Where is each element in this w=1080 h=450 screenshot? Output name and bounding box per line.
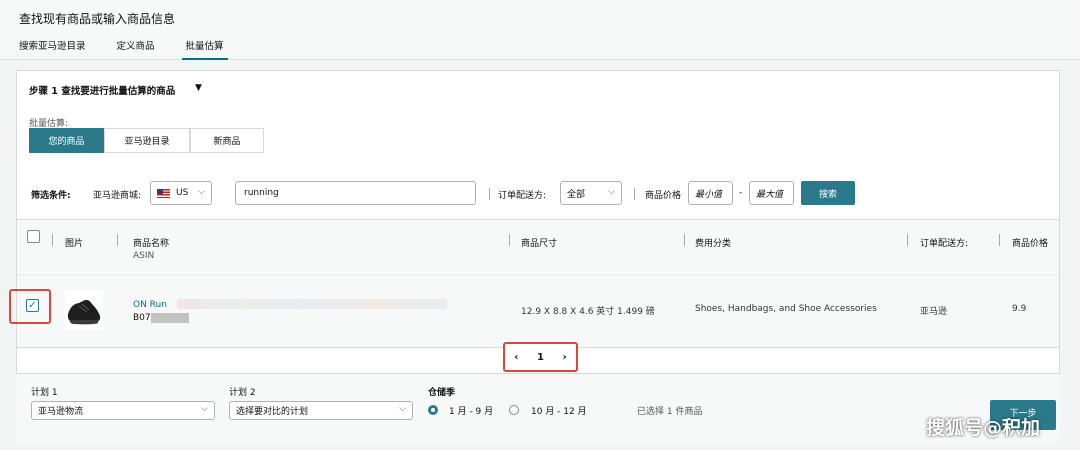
product-dimensions: 12.9 X 8.8 X 4.6 英寸 1.499 磅 — [521, 307, 655, 317]
us-flag-icon — [157, 188, 170, 198]
season-option-oct-dec: 10 月 - 12 月 — [531, 407, 587, 417]
redacted-title — [177, 299, 447, 309]
plan1-value: 亚马逊物流 — [38, 407, 84, 417]
season-radio-oct-dec[interactable] — [509, 405, 519, 415]
header-dimensions: 商品尺寸 — [521, 239, 558, 249]
tab-define-product[interactable]: 定义商品 — [117, 38, 155, 60]
plan2-select[interactable]: 选择要对比的计划 ⌵ — [229, 401, 413, 420]
chevron-down-icon: ⌵ — [201, 404, 208, 414]
plan2-label: 计划 2 — [229, 388, 256, 398]
season-option-jan-sep: 1 月 - 9 月 — [449, 407, 494, 417]
product-price: 9.9 — [1012, 304, 1027, 314]
divider — [52, 234, 53, 246]
segment-new-products[interactable]: 新商品 — [190, 128, 264, 153]
fulfillment-value: 全部 — [567, 189, 586, 200]
source-segmented-control: 您的商品 亚马逊目录 新商品 — [29, 128, 264, 153]
tab-list: 搜索亚马逊目录 定义商品 批量估算 — [19, 38, 259, 60]
divider — [509, 234, 510, 246]
select-all-checkbox[interactable] — [27, 230, 40, 243]
table-header: 图片 商品名称 ASIN 商品尺寸 费用分类 订单配送方: 商品价格 — [17, 219, 1059, 273]
divider — [999, 234, 1000, 246]
header-price: 商品价格 — [1012, 239, 1049, 249]
filter-label: 筛选条件: — [31, 191, 71, 201]
max-price-input[interactable]: 最大值 — [749, 181, 794, 205]
table-row[interactable]: ✓ ON Run B07 12.9 X 8.8 X 4.6 英寸 1.499 磅… — [9, 274, 1059, 348]
marketplace-select[interactable]: US ⌵ — [150, 181, 212, 205]
divider — [907, 234, 908, 246]
search-input[interactable]: running — [235, 181, 476, 205]
top-bar: 查找现有商品或输入商品信息 搜索亚马逊目录 定义商品 批量估算 — [0, 0, 1080, 60]
search-button[interactable]: 搜索 — [801, 181, 855, 205]
plan1-select[interactable]: 亚马逊物流 ⌵ — [31, 401, 215, 420]
plan2-value: 选择要对比的计划 — [236, 407, 309, 417]
chevron-left-icon[interactable]: ‹ — [514, 352, 518, 363]
chevron-down-icon: ⌵ — [198, 187, 205, 197]
pagination: ‹ 1 › — [503, 342, 578, 372]
product-fee-category: Shoes, Handbags, and Shoe Accessories — [695, 304, 877, 314]
season-radio-jan-sep[interactable] — [428, 405, 438, 415]
header-image: 图片 — [65, 239, 84, 249]
fulfillment-select[interactable]: 全部 ⌵ — [560, 181, 622, 205]
product-asin: B07 — [133, 313, 151, 323]
header-asin: ASIN — [133, 251, 155, 261]
redacted-asin — [151, 313, 189, 323]
divider — [117, 234, 118, 246]
divider — [489, 188, 490, 200]
selected-count: 已选择 1 件商品 — [637, 407, 703, 417]
page-title: 查找现有商品或输入商品信息 — [19, 12, 176, 26]
chevron-right-icon[interactable]: › — [563, 352, 567, 363]
price-label: 商品价格 — [645, 191, 682, 201]
shoe-icon — [67, 299, 101, 325]
product-name-link[interactable]: ON Run — [133, 300, 167, 310]
header-fee-category: 费用分类 — [695, 239, 732, 249]
marketplace-label: 亚马逊商城: — [93, 191, 142, 201]
product-image — [65, 290, 103, 330]
row-checkbox[interactable]: ✓ — [26, 299, 39, 312]
min-price-input[interactable]: 最小值 — [688, 181, 733, 205]
caret-down-icon[interactable]: ▼ — [195, 83, 202, 93]
chevron-down-icon: ⌵ — [399, 404, 406, 414]
divider — [684, 234, 685, 246]
plan-footer: 计划 1 亚马逊物流 ⌵ 计划 2 选择要对比的计划 ⌵ 仓储季 1 月 - 9… — [16, 373, 1060, 444]
storage-season-label: 仓储季 — [428, 388, 456, 398]
segment-your-products[interactable]: 您的商品 — [29, 128, 104, 153]
segment-amazon-catalog[interactable]: 亚马逊目录 — [104, 128, 190, 153]
current-page[interactable]: 1 — [537, 352, 544, 363]
chevron-down-icon: ⌵ — [608, 187, 615, 197]
tab-batch-estimate[interactable]: 批量估算 — [181, 38, 228, 60]
marketplace-value: US — [176, 188, 189, 198]
header-name: 商品名称 — [133, 239, 170, 249]
fulfillment-label: 订单配送方: — [498, 191, 547, 201]
price-range-dash: - — [739, 188, 743, 198]
filter-row: 筛选条件: 亚马逊商城: US ⌵ running 订单配送方: 全部 ⌵ 商品… — [17, 174, 1059, 216]
tab-search-catalog[interactable]: 搜索亚马逊目录 — [19, 38, 86, 60]
watermark: 搜狐号@积加 — [926, 417, 1041, 439]
product-fulfillment: 亚马逊 — [920, 307, 948, 317]
header-fulfillment: 订单配送方: — [920, 239, 969, 249]
step-title: 步骤 1 查找要进行批量估算的商品 — [29, 86, 176, 97]
divider — [634, 188, 635, 200]
plan1-label: 计划 1 — [31, 388, 58, 398]
